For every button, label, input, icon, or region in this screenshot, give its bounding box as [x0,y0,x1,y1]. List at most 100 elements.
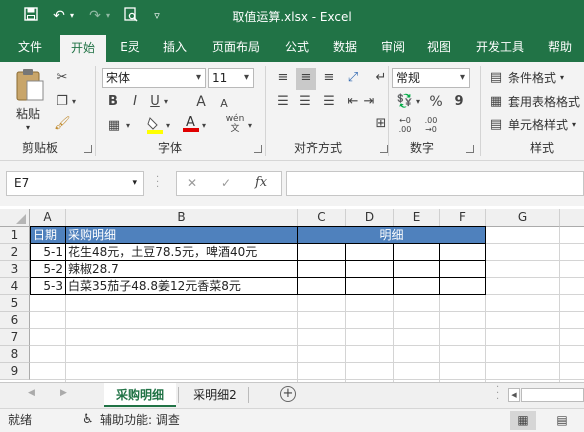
alignment-launcher-icon[interactable] [380,145,388,153]
column-header-g[interactable]: G [486,209,560,227]
cell-styles-icon[interactable]: ▤ [488,117,504,133]
borders-icon[interactable]: ▦ [106,118,122,134]
cell-a3[interactable]: 5-2 [31,261,65,278]
accessibility-icon[interactable]: ♿ [82,409,94,431]
cell-a1[interactable]: 日期 [31,227,65,244]
shrink-font-button[interactable]: A [218,96,230,112]
column-header-c[interactable]: C [298,209,346,227]
cell-a2[interactable]: 5-1 [31,244,65,261]
align-bottom-icon[interactable]: ≡ [320,70,338,86]
paste-dropdown-icon[interactable]: ▾ [26,120,30,136]
row-header-2[interactable]: 2 [0,244,30,261]
format-painter-icon[interactable]: 🖌 [54,116,71,132]
column-header-a[interactable]: A [30,209,66,227]
number-format-select[interactable]: 常规 ▾ [392,68,470,88]
font-color-dropdown-icon[interactable]: ▾ [200,118,208,134]
number-launcher-icon[interactable] [466,145,474,153]
align-right-icon[interactable]: ☰ [320,94,338,110]
accounting-format-icon[interactable]: 💱 [396,94,414,110]
cancel-icon[interactable]: ✕ [187,176,197,190]
phonetic-guide-icon[interactable]: wén 文 [224,114,246,134]
cell-a4[interactable]: 5-3 [31,278,65,295]
cell-b3[interactable]: 辣椒28.7 [66,261,297,278]
percent-button[interactable]: % [428,94,444,110]
orientation-icon[interactable]: ⤢ [344,70,362,86]
decrease-decimal-icon[interactable]: .00 →0 [422,116,440,134]
italic-button[interactable]: I [128,94,142,110]
underline-dropdown-icon[interactable]: ▾ [162,94,170,110]
tab-eling[interactable]: E灵 [112,32,148,62]
row-header-6[interactable]: 6 [0,312,30,329]
page-layout-view-icon[interactable]: ▤ [550,411,574,430]
tab-review[interactable]: 审阅 [374,32,412,62]
cell-b1[interactable]: 采购明细 [66,227,297,244]
format-table-icon[interactable]: ▦ [488,94,504,110]
align-middle-icon[interactable]: ≡ [296,68,316,90]
increase-decimal-icon[interactable]: ←0.00 [396,116,414,134]
tab-view[interactable]: 视图 [420,32,458,62]
sheet-tab-detail-2[interactable]: 采明细2 [184,383,246,407]
name-box[interactable]: E7 ▾ [6,171,144,196]
accounting-dropdown-icon[interactable]: ▾ [414,94,422,110]
phonetic-dropdown-icon[interactable]: ▾ [246,118,254,134]
tab-page-layout[interactable]: 页面布局 [206,32,266,62]
row-header-1[interactable]: 1 [0,227,30,244]
tab-help[interactable]: 帮助 [540,32,580,62]
row-header-9[interactable]: 9 [0,363,30,380]
font-size-select[interactable]: 11 ▾ [208,68,254,88]
sheet-tab-purchase-detail[interactable]: 采购明细 [104,383,176,407]
font-name-select[interactable]: 宋体 ▾ [102,68,206,88]
cell-styles-button[interactable]: 单元格样式 [508,117,568,133]
row-header-4[interactable]: 4 [0,278,30,295]
formula-input[interactable] [286,171,584,196]
align-center-icon[interactable]: ☰ [296,94,314,110]
add-sheet-icon[interactable]: + [280,386,296,402]
conditional-format-icon[interactable]: ▤ [488,70,504,86]
tab-file[interactable]: 文件 [6,32,54,62]
column-header-partial[interactable] [560,209,584,227]
normal-view-icon[interactable]: ▦ [510,411,536,430]
scroll-last-sheet-icon[interactable]: ▶ [60,388,67,398]
column-header-e[interactable]: E [394,209,440,227]
increase-indent-icon[interactable]: ⇥ [360,94,378,110]
worksheet-grid[interactable]: A B C D E F G 1 2 3 4 5 6 7 8 9 日期 采购明细 … [0,206,584,382]
tab-formulas[interactable]: 公式 [278,32,316,62]
copy-dropdown-icon[interactable]: ▾ [70,94,78,110]
copy-icon[interactable]: ❐ [54,94,70,110]
row-header-7[interactable]: 7 [0,329,30,346]
align-top-icon[interactable]: ≡ [274,70,292,86]
font-launcher-icon[interactable] [254,145,262,153]
scroll-left-icon[interactable]: ◀ [508,388,520,402]
clipboard-launcher-icon[interactable] [84,145,92,153]
fill-color-dropdown-icon[interactable]: ▾ [164,118,172,134]
accessibility-status[interactable]: 辅助功能: 调查 [100,409,180,431]
underline-button[interactable]: U [148,94,162,110]
insert-function-button[interactable]: fx [255,175,267,190]
conditional-format-button[interactable]: 条件格式 [508,70,556,86]
cell-c1-f1-merged[interactable]: 明细 [298,227,485,244]
row-header-8[interactable]: 8 [0,346,30,363]
tab-home[interactable]: 开始 [60,35,106,62]
scroll-first-sheet-icon[interactable]: ◀ [28,388,35,398]
bold-button[interactable]: B [106,94,120,110]
row-header-5[interactable]: 5 [0,295,30,312]
comma-style-button[interactable]: 9 [452,94,466,110]
column-header-f[interactable]: F [440,209,486,227]
column-header-d[interactable]: D [346,209,394,227]
fill-color-icon[interactable] [146,116,164,139]
grow-font-button[interactable]: A [194,94,208,110]
tab-data[interactable]: 数据 [326,32,364,62]
format-as-table-button[interactable]: 套用表格格式 [508,94,580,110]
font-color-icon[interactable]: A [182,114,200,137]
align-left-icon[interactable]: ☰ [274,94,292,110]
tab-developer[interactable]: 开发工具 [468,32,532,62]
column-header-b[interactable]: B [66,209,298,227]
row-header-3[interactable]: 3 [0,261,30,278]
cell-b4[interactable]: 白菜35茄子48.8姜12元香菜8元 [66,278,297,295]
horizontal-scrollbar[interactable] [521,388,584,402]
cell-b2[interactable]: 花生48元，土豆78.5元，啤酒40元 [66,244,297,261]
paste-button[interactable]: 粘贴 ▾ [12,68,48,132]
select-all-corner[interactable] [0,209,30,227]
borders-dropdown-icon[interactable]: ▾ [124,118,132,134]
enter-icon[interactable]: ✓ [221,176,231,190]
